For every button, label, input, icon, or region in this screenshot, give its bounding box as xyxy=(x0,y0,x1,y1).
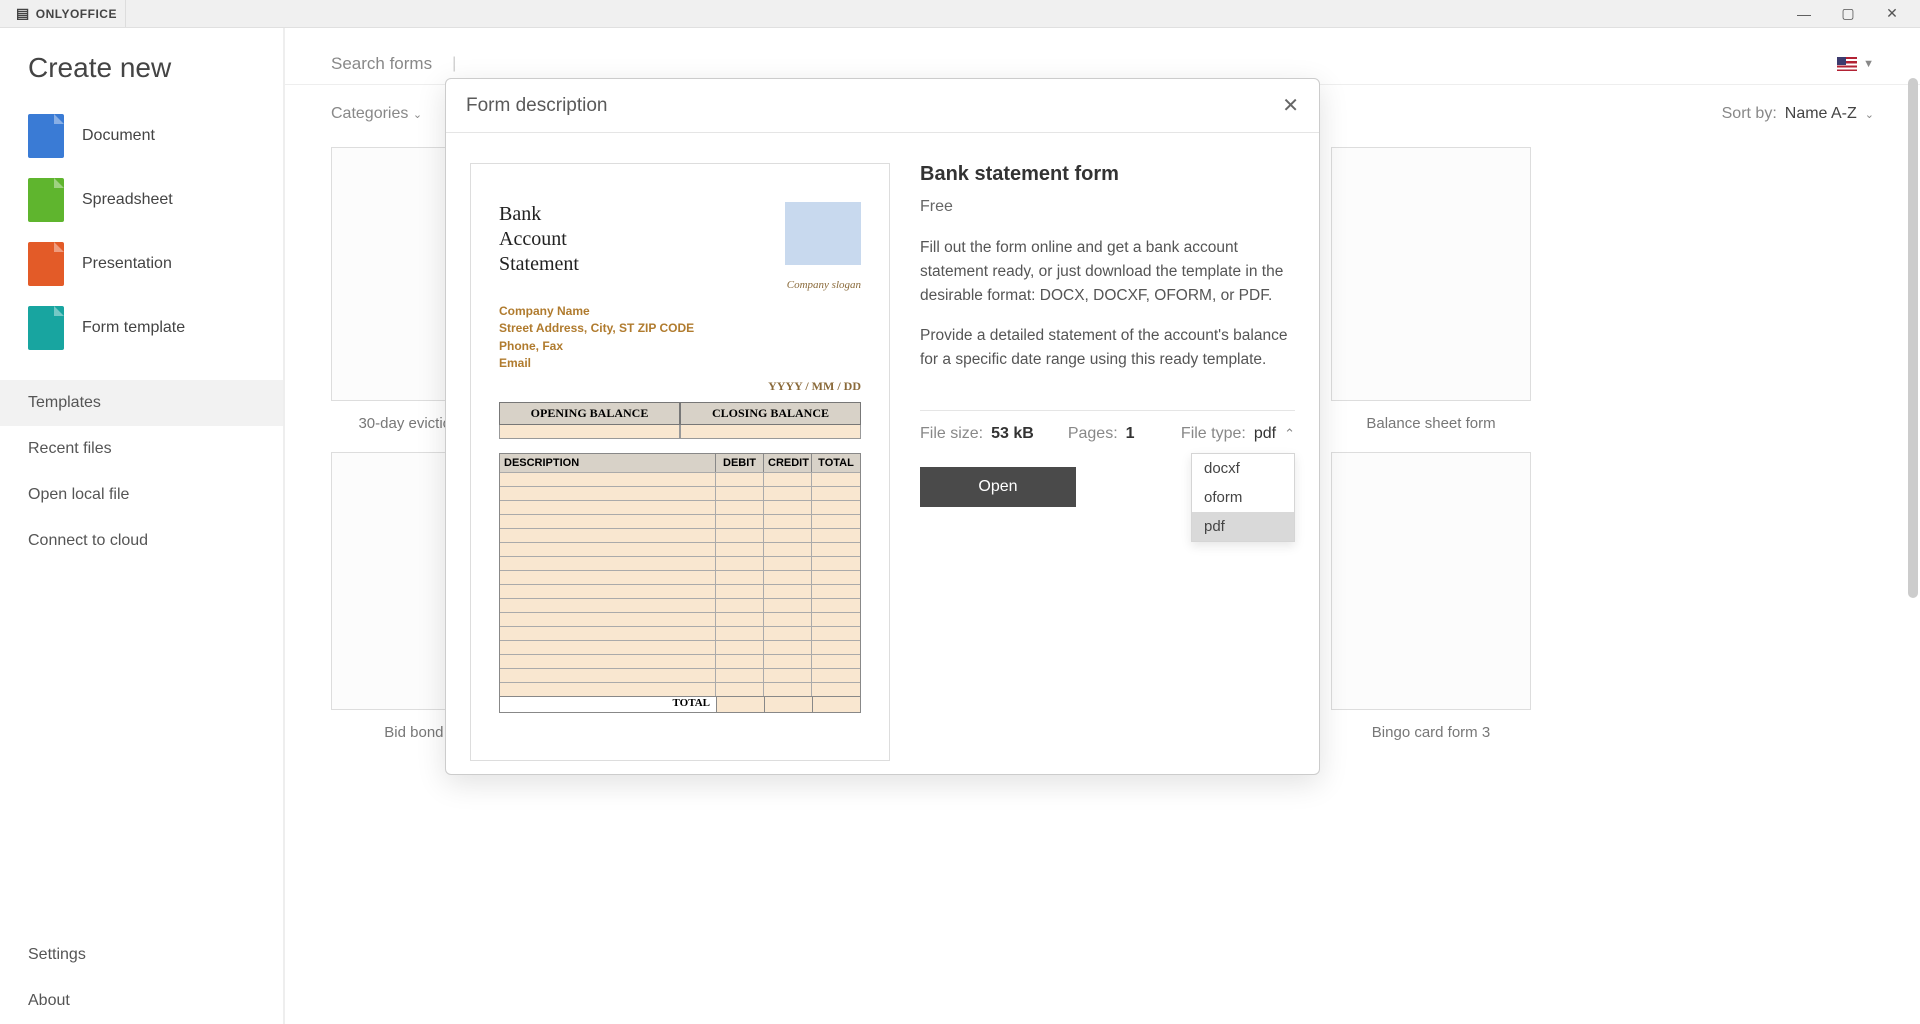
form-preview: Bank Account Statement Company slogan Co… xyxy=(470,163,890,761)
create-spreadsheet[interactable]: Spreadsheet xyxy=(0,168,283,232)
sidebar-item-about[interactable]: About xyxy=(0,978,283,1024)
form-description-1: Fill out the form online and get a bank … xyxy=(920,236,1295,308)
chevron-down-icon: ⌄ xyxy=(1865,108,1874,121)
preview-ledger: DESCRIPTION DEBIT CREDIT TOTAL xyxy=(499,453,861,713)
create-presentation[interactable]: Presentation xyxy=(0,232,283,296)
file-type-option-pdf[interactable]: pdf xyxy=(1192,512,1294,541)
flag-icon xyxy=(1837,57,1857,71)
app-logo: ▤ ONLYOFFICE xyxy=(8,0,126,27)
preview-slogan: Company slogan xyxy=(499,279,861,291)
sidebar-item-open-local[interactable]: Open local file xyxy=(0,472,283,518)
chevron-down-icon: ▼ xyxy=(1863,58,1874,70)
form-price: Free xyxy=(920,198,1295,216)
modal-title: Form description xyxy=(466,95,608,117)
scrollbar[interactable] xyxy=(1908,78,1918,598)
titlebar: ▤ ONLYOFFICE — ▢ ✕ xyxy=(0,0,1920,28)
open-button[interactable]: Open xyxy=(920,467,1076,507)
sidebar-item-recent-files[interactable]: Recent files xyxy=(0,426,283,472)
template-card[interactable]: Bingo card form 3 xyxy=(1331,452,1531,741)
form-title: Bank statement form xyxy=(920,163,1295,186)
window-controls: — ▢ ✕ xyxy=(1784,0,1912,28)
app-brand: ONLYOFFICE xyxy=(36,7,117,21)
sidebar-item-settings[interactable]: Settings xyxy=(0,932,283,978)
create-label: Document xyxy=(82,127,155,145)
template-label: Balance sheet form xyxy=(1331,415,1531,432)
chevron-up-icon: ⌃ xyxy=(1284,426,1295,442)
spreadsheet-icon xyxy=(28,178,64,222)
maximize-button[interactable]: ▢ xyxy=(1828,0,1868,28)
file-type-selector[interactable]: File type: pdf ⌃ xyxy=(1181,425,1295,443)
create-label: Form template xyxy=(82,319,185,337)
chevron-down-icon: ⌄ xyxy=(413,109,422,121)
form-template-icon xyxy=(28,306,64,350)
file-size: File size: 53 kB xyxy=(920,425,1034,443)
sidebar-item-templates[interactable]: Templates xyxy=(0,380,283,426)
sidebar: Create new Document Spreadsheet Presenta… xyxy=(0,28,283,1024)
create-form-template[interactable]: Form template xyxy=(0,296,283,360)
search-forms-label[interactable]: Search forms xyxy=(331,54,432,74)
preview-doc-title: Bank Account Statement xyxy=(499,202,579,277)
preview-company-info: Company Name Street Address, City, ST ZI… xyxy=(499,303,861,373)
logo-icon: ▤ xyxy=(16,5,30,22)
minimize-button[interactable]: — xyxy=(1784,0,1824,28)
template-card[interactable]: Balance sheet form xyxy=(1331,147,1531,432)
preview-logo-placeholder xyxy=(785,202,861,265)
language-selector[interactable]: ▼ xyxy=(1837,57,1874,71)
close-window-button[interactable]: ✕ xyxy=(1872,0,1912,28)
create-label: Spreadsheet xyxy=(82,191,173,209)
create-label: Presentation xyxy=(82,255,172,273)
form-description-modal: Form description ✕ Bank Account Statemen… xyxy=(445,78,1320,775)
create-heading: Create new xyxy=(0,52,283,104)
file-type-option-oform[interactable]: oform xyxy=(1192,483,1294,512)
file-type-dropdown: docxf oform pdf xyxy=(1191,453,1295,542)
categories-dropdown[interactable]: Categories ⌄ xyxy=(331,105,422,123)
pages-count: Pages: 1 xyxy=(1068,425,1135,443)
preview-date: YYYY / MM / DD xyxy=(499,379,861,394)
form-details: Bank statement form Free Fill out the fo… xyxy=(920,163,1295,761)
create-document[interactable]: Document xyxy=(0,104,283,168)
document-icon xyxy=(28,114,64,158)
sort-dropdown[interactable]: Sort by: Name A-Z ⌄ xyxy=(1722,105,1874,123)
presentation-icon xyxy=(28,242,64,286)
file-type-option-docxf[interactable]: docxf xyxy=(1192,454,1294,483)
preview-balance-header: OPENING BALANCE CLOSING BALANCE xyxy=(499,402,861,425)
close-icon[interactable]: ✕ xyxy=(1282,93,1299,118)
sidebar-item-connect-cloud[interactable]: Connect to cloud xyxy=(0,518,283,564)
form-description-2: Provide a detailed statement of the acco… xyxy=(920,324,1295,372)
